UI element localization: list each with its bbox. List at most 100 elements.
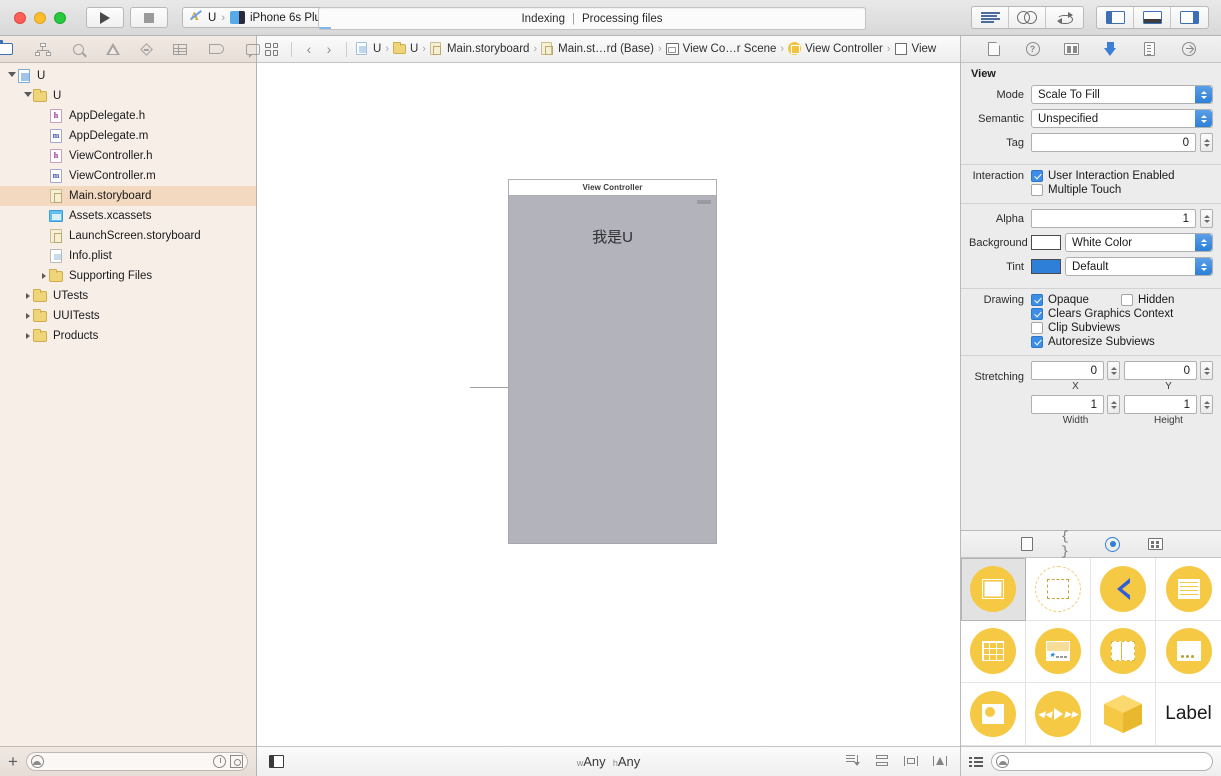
tab-test-navigator[interactable] (139, 41, 153, 58)
close-window-button[interactable] (14, 11, 26, 24)
resolve-autolayout-button[interactable] (933, 755, 948, 768)
multiple-touch-checkbox-row[interactable]: Multiple Touch (1031, 184, 1121, 196)
pin-button[interactable] (904, 755, 919, 768)
view-toggle-segmented-control[interactable] (1096, 6, 1209, 29)
library-item-page-control[interactable] (961, 683, 1026, 746)
opaque-checkbox-row[interactable]: Opaque (1031, 294, 1121, 306)
file-tree-row[interactable]: m ViewController.m (0, 166, 256, 186)
user-interaction-checkbox[interactable] (1031, 170, 1043, 182)
stop-button[interactable] (130, 7, 168, 28)
tab-find-navigator[interactable] (72, 41, 84, 58)
breadcrumb-item[interactable]: Main.st…rd (Base) (540, 42, 655, 56)
zoom-window-button[interactable] (54, 11, 66, 24)
stretch-y-stepper[interactable] (1200, 361, 1213, 380)
opaque-checkbox[interactable] (1031, 294, 1043, 306)
tab-attributes-inspector[interactable] (1102, 41, 1119, 57)
breadcrumb-item[interactable]: Main.storyboard (429, 42, 530, 56)
alpha-field[interactable]: 1 (1031, 209, 1196, 228)
tag-field[interactable]: 0 (1031, 133, 1196, 152)
file-tree-row[interactable]: UUITests (0, 306, 256, 326)
library-item-container-view[interactable] (1026, 558, 1091, 621)
file-tree-row[interactable]: UTests (0, 286, 256, 306)
related-items-icon[interactable] (265, 42, 278, 56)
library-item-navigation-bar[interactable] (1091, 558, 1156, 621)
toggle-debug-area-button[interactable] (1134, 7, 1171, 28)
toggle-navigator-button[interactable] (1097, 7, 1134, 28)
tab-breakpoint-navigator[interactable] (208, 41, 224, 58)
semantic-popup[interactable]: Unspecified (1031, 109, 1213, 128)
library-item-collection-reusable-view[interactable] (1156, 621, 1221, 684)
file-tree-row[interactable]: h ViewController.h (0, 146, 256, 166)
tint-color-swatch[interactable] (1031, 259, 1061, 274)
navigator-filter-field[interactable] (25, 752, 248, 771)
tab-file-template-library[interactable] (1018, 536, 1035, 552)
toggle-utilities-button[interactable] (1171, 7, 1208, 28)
tab-identity-inspector[interactable] (1063, 41, 1080, 57)
breadcrumb-item[interactable]: View (894, 42, 938, 56)
recent-files-icon[interactable] (213, 755, 226, 768)
stretch-width-stepper[interactable] (1107, 395, 1120, 414)
tab-report-navigator[interactable] (245, 41, 260, 58)
file-tree-row[interactable]: U (0, 86, 256, 106)
library-item-label[interactable]: Label (1156, 683, 1221, 746)
user-interaction-checkbox-row[interactable]: User Interaction Enabled (1031, 170, 1175, 182)
file-tree-row[interactable]: LaunchScreen.storyboard (0, 226, 256, 246)
breadcrumb-item[interactable]: View Controller (787, 42, 884, 56)
stack-button[interactable] (846, 755, 861, 768)
filter-target-icon[interactable] (230, 755, 243, 768)
library-item-player-controls[interactable]: ◀◀ ▶▶ (1026, 683, 1091, 746)
stretch-y-field[interactable]: 0 (1124, 361, 1197, 380)
add-item-button[interactable]: + (8, 753, 18, 770)
activity-status-view[interactable]: Indexing | Processing files (318, 7, 866, 30)
project-file-tree[interactable]: U Uh AppDelegate.h m AppDelegate.m h ViewContr… (0, 63, 256, 746)
hidden-checkbox-row[interactable]: Hidden (1121, 294, 1174, 306)
tint-popup[interactable]: Default (1065, 257, 1213, 276)
storyboard-canvas[interactable]: View Controller 我是U (257, 63, 960, 746)
multiple-touch-checkbox[interactable] (1031, 184, 1043, 196)
library-item-table-view[interactable] (1156, 558, 1221, 621)
tab-file-inspector[interactable] (985, 41, 1002, 57)
scheme-selector[interactable]: U › iPhone 6s Plus (182, 7, 337, 28)
hidden-checkbox[interactable] (1121, 294, 1133, 306)
stretch-x-field[interactable]: 0 (1031, 361, 1104, 380)
autoresize-checkbox[interactable] (1031, 336, 1043, 348)
disclosure-triangle-icon[interactable] (6, 72, 17, 80)
view-controller-view[interactable]: 我是U (508, 196, 717, 544)
version-editor-button[interactable] (1046, 7, 1083, 28)
tab-size-inspector[interactable] (1141, 41, 1158, 57)
disclosure-triangle-icon[interactable] (22, 293, 33, 299)
autoresize-checkbox-row[interactable]: Autoresize Subviews (1031, 336, 1155, 348)
clip-subviews-checkbox[interactable] (1031, 322, 1043, 334)
tab-project-navigator[interactable] (0, 40, 13, 58)
file-tree-row[interactable]: h AppDelegate.h (0, 106, 256, 126)
clip-subviews-checkbox-row[interactable]: Clip Subviews (1031, 322, 1120, 334)
file-tree-row[interactable]: m AppDelegate.m (0, 126, 256, 146)
tab-debug-navigator[interactable] (172, 41, 187, 58)
editor-mode-segmented-control[interactable] (971, 6, 1084, 29)
stretch-width-field[interactable]: 1 (1031, 395, 1104, 414)
library-item-scene-kit[interactable] (1091, 683, 1156, 746)
standard-editor-button[interactable] (972, 7, 1009, 28)
back-button[interactable]: ‹ (300, 40, 318, 58)
tag-stepper[interactable] (1200, 133, 1213, 152)
tab-symbol-navigator[interactable] (34, 41, 51, 58)
background-popup[interactable]: White Color (1065, 233, 1213, 252)
file-tree-row[interactable]: U (0, 66, 256, 86)
file-tree-row[interactable]: Assets.xcassets (0, 206, 256, 226)
file-tree-row[interactable]: Supporting Files (0, 266, 256, 286)
stretch-x-stepper[interactable] (1107, 361, 1120, 380)
library-filter-field[interactable] (991, 752, 1213, 771)
alpha-stepper[interactable] (1200, 209, 1213, 228)
tab-object-library[interactable] (1104, 536, 1121, 552)
tab-issue-navigator[interactable] (105, 41, 120, 58)
file-tree-row[interactable]: Products (0, 326, 256, 346)
library-item-view[interactable] (961, 558, 1026, 621)
assistant-editor-button[interactable] (1009, 7, 1046, 28)
library-item-collection-view[interactable] (961, 620, 1026, 684)
tab-code-snippet-library[interactable]: { } (1061, 529, 1078, 559)
breadcrumb-item[interactable]: View Co…r Scene (665, 42, 778, 56)
clears-graphics-checkbox[interactable] (1031, 308, 1043, 320)
clears-graphics-checkbox-row[interactable]: Clears Graphics Context (1031, 308, 1173, 320)
object-library-grid[interactable]: ★ ◀◀ ▶▶ Label (961, 558, 1221, 746)
disclosure-triangle-icon[interactable] (22, 333, 33, 339)
